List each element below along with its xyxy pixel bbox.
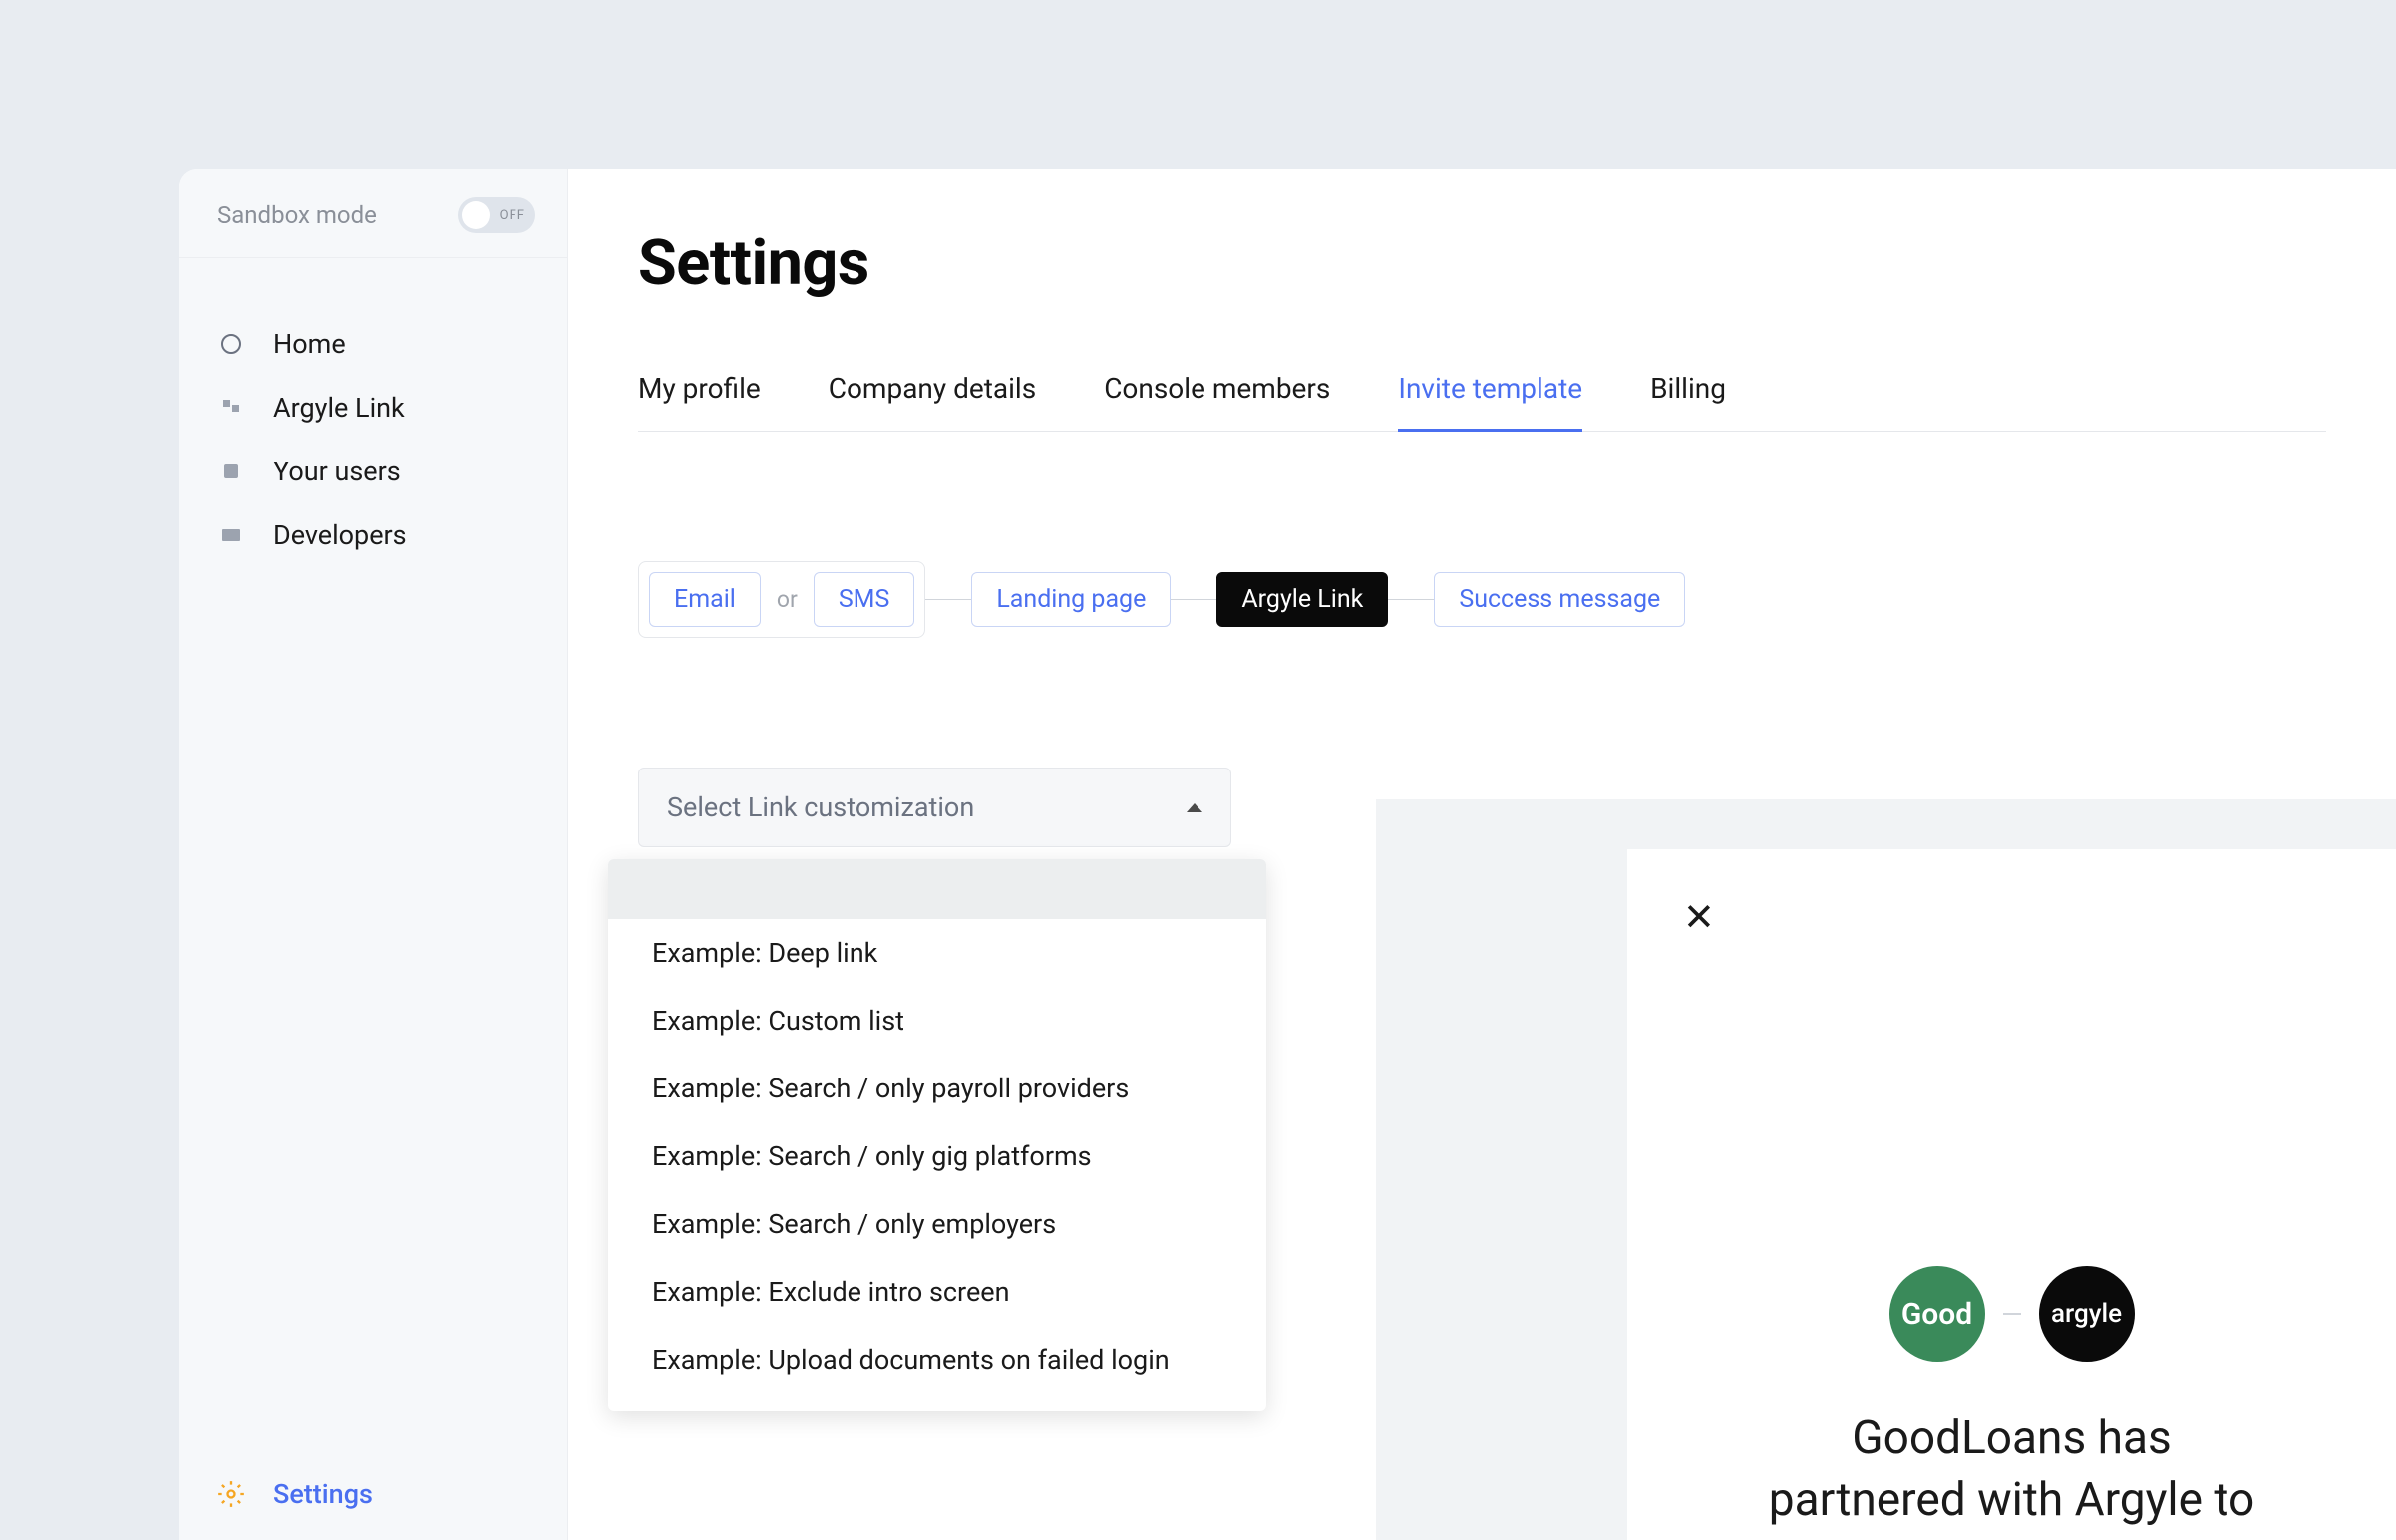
caret-up-icon (1187, 803, 1202, 812)
brand-argyle-logo: argyle (2039, 1266, 2135, 1362)
dropdown-item-exclude-intro[interactable]: Example: Exclude intro screen (608, 1258, 1266, 1326)
sidebar-item-label: Home (273, 328, 346, 360)
step-connector (1388, 599, 1434, 600)
preview-headline: GoodLoans has partnered with Argyle to (1683, 1407, 2340, 1531)
developers-icon (217, 521, 245, 549)
sidebar: Sandbox mode OFF Home Argyle Link (179, 169, 568, 1540)
toggle-knob (462, 201, 490, 229)
sidebar-item-users[interactable]: Your users (179, 440, 567, 503)
link-icon (217, 394, 245, 422)
brand-separator (2003, 1313, 2021, 1315)
preview-panel: ✕ Good argyle GoodLoans has partnered wi… (1376, 799, 2396, 1540)
step-landing-page[interactable]: Landing page (971, 572, 1171, 627)
tab-invite-template[interactable]: Invite template (1398, 372, 1582, 432)
link-customization-dropdown: Example: Deep link Example: Custom list … (608, 859, 1266, 1411)
dropdown-header-blank[interactable] (608, 859, 1266, 919)
sidebar-item-label: Your users (273, 456, 401, 487)
select-placeholder: Select Link customization (667, 791, 974, 823)
step-or-label: or (773, 586, 802, 613)
brand-good-logo: Good (1889, 1266, 1985, 1362)
sidebar-item-developers[interactable]: Developers (179, 503, 567, 567)
tab-my-profile[interactable]: My profile (638, 372, 761, 432)
gear-icon (217, 1480, 245, 1508)
step-row: Email or SMS Landing page Argyle Link Su… (638, 561, 2326, 638)
link-customization-select[interactable]: Select Link customization (638, 768, 1231, 847)
brand-row: Good argyle (1683, 1266, 2340, 1362)
dropdown-item-search-gig[interactable]: Example: Search / only gig platforms (608, 1122, 1266, 1190)
close-icon[interactable]: ✕ (1683, 899, 2340, 937)
tab-billing[interactable]: Billing (1650, 372, 1726, 432)
preview-card: ✕ Good argyle GoodLoans has partnered wi… (1627, 849, 2396, 1540)
step-sms[interactable]: SMS (814, 572, 915, 627)
page-title: Settings (638, 227, 2326, 300)
sandbox-mode-row: Sandbox mode OFF (179, 169, 567, 258)
step-connector (1171, 599, 1216, 600)
sidebar-item-home[interactable]: Home (179, 312, 567, 376)
dropdown-item-search-employers[interactable]: Example: Search / only employers (608, 1190, 1266, 1258)
tab-company-details[interactable]: Company details (829, 372, 1036, 432)
preview-line-2: partnered with Argyle to (1769, 1473, 2254, 1527)
sandbox-toggle[interactable]: OFF (458, 197, 535, 233)
step-group-channel: Email or SMS (638, 561, 925, 638)
sidebar-item-label: Developers (273, 519, 407, 551)
step-argyle-link[interactable]: Argyle Link (1216, 572, 1388, 627)
step-success-message[interactable]: Success message (1434, 572, 1685, 627)
tab-console-members[interactable]: Console members (1104, 372, 1330, 432)
step-email[interactable]: Email (649, 572, 761, 627)
sidebar-item-argyle-link[interactable]: Argyle Link (179, 376, 567, 440)
sandbox-mode-label: Sandbox mode (217, 201, 377, 229)
dropdown-item-deep-link[interactable]: Example: Deep link (608, 919, 1266, 987)
sidebar-item-label: Argyle Link (273, 392, 405, 424)
preview-line-1: GoodLoans has (1852, 1411, 2171, 1465)
settings-label: Settings (273, 1478, 373, 1510)
users-icon (217, 458, 245, 485)
sidebar-settings[interactable]: Settings (179, 1448, 567, 1540)
home-icon (217, 330, 245, 358)
dropdown-item-upload-docs[interactable]: Example: Upload documents on failed logi… (608, 1326, 1266, 1393)
customization-column: Select Link customization Example: Deep … (638, 768, 1236, 847)
sidebar-nav: Home Argyle Link Your users Developers (179, 258, 567, 567)
toggle-off-text: OFF (500, 208, 525, 223)
settings-tabs: My profile Company details Console membe… (638, 372, 2326, 432)
app-container: Sandbox mode OFF Home Argyle Link (179, 169, 2396, 1540)
main-content: Settings My profile Company details Cons… (568, 169, 2396, 1540)
step-connector (925, 599, 971, 600)
dropdown-item-custom-list[interactable]: Example: Custom list (608, 987, 1266, 1055)
dropdown-item-search-payroll[interactable]: Example: Search / only payroll providers (608, 1055, 1266, 1122)
